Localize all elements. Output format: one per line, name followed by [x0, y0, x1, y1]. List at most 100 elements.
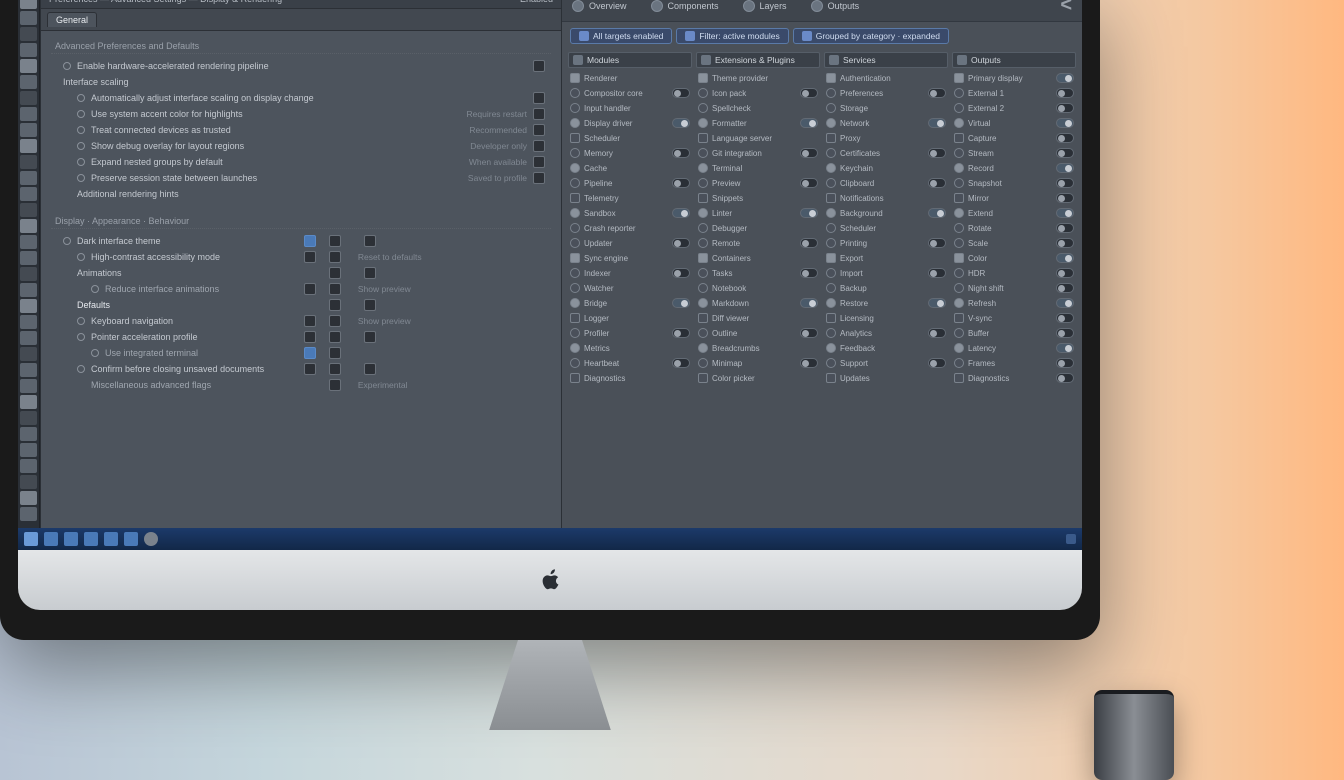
taskbar[interactable] [18, 528, 1082, 550]
toolbar-icon[interactable] [20, 347, 37, 361]
toggle-switch[interactable] [928, 298, 946, 308]
toggle-switch[interactable] [672, 328, 690, 338]
toggle-switch[interactable] [928, 328, 946, 338]
toolbar-icon[interactable] [20, 107, 37, 121]
grid-item[interactable]: Cache [568, 161, 692, 175]
grid-item[interactable]: Proxy [824, 131, 948, 145]
grid-item[interactable]: Watcher [568, 281, 692, 295]
toggle-switch[interactable] [672, 118, 690, 128]
grid-item[interactable]: Diagnostics [952, 371, 1076, 385]
taskbar-app-icon[interactable] [124, 532, 138, 546]
toggle-switch[interactable] [1056, 358, 1074, 368]
toggle-switch[interactable] [1056, 163, 1074, 173]
grid-item[interactable]: Background [824, 206, 948, 220]
toolbar-icon[interactable] [20, 283, 37, 297]
radio-icon[interactable] [77, 126, 85, 134]
toolbar-icon[interactable] [20, 187, 37, 201]
grid-item[interactable]: Crash reporter [568, 221, 692, 235]
filter-chip[interactable]: Grouped by category · expanded [793, 28, 949, 44]
grid-item[interactable]: Diagnostics [568, 371, 692, 385]
toggle-switch[interactable] [1056, 253, 1074, 263]
grid-item[interactable]: Pipeline [568, 176, 692, 190]
toggle-switch[interactable] [672, 238, 690, 248]
grid-item[interactable]: Primary display [952, 71, 1076, 85]
grid-item[interactable]: HDR [952, 266, 1076, 280]
toggle-switch[interactable] [1056, 268, 1074, 278]
grid-item[interactable]: Notebook [696, 281, 820, 295]
toggle-switch[interactable] [928, 178, 946, 188]
grid-item[interactable]: Metrics [568, 341, 692, 355]
toggle-switch[interactable] [672, 268, 690, 278]
grid-item[interactable]: Virtual [952, 116, 1076, 130]
taskbar-app-icon[interactable] [44, 532, 58, 546]
grid-item[interactable]: Snippets [696, 191, 820, 205]
toolbar-icon[interactable] [20, 315, 37, 329]
checkbox-icon[interactable] [364, 299, 376, 311]
toggle-switch[interactable] [1056, 88, 1074, 98]
taskbar-app-icon[interactable] [104, 532, 118, 546]
toolbar-icon[interactable] [20, 427, 37, 441]
toggle-switch[interactable] [1056, 133, 1074, 143]
toolbar-icon[interactable] [20, 75, 37, 89]
toggle-switch[interactable] [928, 88, 946, 98]
grid-item[interactable]: Heartbeat [568, 356, 692, 370]
grid-item[interactable]: Latency [952, 341, 1076, 355]
toggle-switch[interactable] [800, 118, 818, 128]
grid-item[interactable]: Preferences [824, 86, 948, 100]
toggle-switch[interactable] [928, 118, 946, 128]
grid-item[interactable]: Storage [824, 101, 948, 115]
toolbar-icon[interactable] [20, 139, 37, 153]
checkbox-icon[interactable] [533, 60, 545, 72]
grid-item[interactable]: Preview [696, 176, 820, 190]
grid-item[interactable]: Printing [824, 236, 948, 250]
toggle-switch[interactable] [1056, 118, 1074, 128]
checkbox-icon[interactable] [329, 315, 341, 327]
setting-row[interactable]: Show debug overlay for layout regionsDev… [51, 138, 551, 154]
checkbox-icon[interactable] [329, 235, 341, 247]
toggle-switch[interactable] [672, 148, 690, 158]
toolbar-icon[interactable] [20, 251, 37, 265]
toolbar-icon[interactable] [20, 219, 37, 233]
checkbox-icon[interactable] [533, 156, 545, 168]
setting-row[interactable]: Miscellaneous advanced flags [51, 377, 322, 393]
toggle-switch[interactable] [672, 358, 690, 368]
grid-item[interactable]: Backup [824, 281, 948, 295]
grid-item[interactable]: Diff viewer [696, 311, 820, 325]
toolbar-icon[interactable] [20, 0, 37, 9]
toolbar-icon[interactable] [20, 491, 37, 505]
toolbar-icon[interactable] [20, 59, 37, 73]
toolbar-icon[interactable] [20, 155, 37, 169]
checkbox-icon[interactable] [304, 331, 316, 343]
toolbar-icon[interactable] [20, 331, 37, 345]
toolbar-icon[interactable] [20, 475, 37, 489]
grid-item[interactable]: Debugger [696, 221, 820, 235]
setting-row[interactable]: Expand nested groups by defaultWhen avai… [51, 154, 551, 170]
radio-icon[interactable] [77, 94, 85, 102]
grid-item[interactable]: Indexer [568, 266, 692, 280]
checkbox-icon[interactable] [304, 363, 316, 375]
grid-item[interactable]: Linter [696, 206, 820, 220]
grid-item[interactable]: Snapshot [952, 176, 1076, 190]
setting-row[interactable]: Keyboard navigation [51, 313, 322, 329]
checkbox-icon[interactable] [533, 172, 545, 184]
grid-item[interactable]: Compositor core [568, 86, 692, 100]
toolbar-icon[interactable] [20, 395, 37, 409]
setting-row[interactable]: Animations [51, 265, 322, 281]
toggle-switch[interactable] [928, 268, 946, 278]
grid-item[interactable]: External 1 [952, 86, 1076, 100]
toolbar-icon[interactable] [20, 235, 37, 249]
checkbox-icon[interactable] [533, 92, 545, 104]
toggle-switch[interactable] [1056, 313, 1074, 323]
toggle-switch[interactable] [800, 178, 818, 188]
radio-icon[interactable] [63, 62, 71, 70]
toggle-switch[interactable] [800, 328, 818, 338]
grid-item[interactable]: Import [824, 266, 948, 280]
checkbox-icon[interactable] [304, 315, 316, 327]
checkbox-icon[interactable] [329, 347, 341, 359]
setting-row[interactable]: Automatically adjust interface scaling o… [51, 90, 551, 106]
grid-item[interactable]: Bridge [568, 296, 692, 310]
toolbar-icon[interactable] [20, 11, 37, 25]
grid-item[interactable]: V-sync [952, 311, 1076, 325]
grid-item[interactable]: Stream [952, 146, 1076, 160]
toggle-switch[interactable] [1056, 223, 1074, 233]
